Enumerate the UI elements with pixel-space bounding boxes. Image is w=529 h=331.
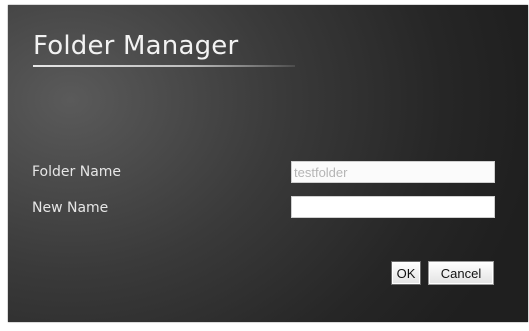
folder-name-label: Folder Name bbox=[32, 164, 122, 180]
folder-manager-dialog: Folder Manager Folder Name New Name OK C… bbox=[8, 5, 528, 322]
folder-name-field[interactable] bbox=[291, 161, 495, 183]
ok-button[interactable]: OK bbox=[391, 261, 421, 285]
title-underline bbox=[33, 65, 295, 67]
dialog-title: Folder Manager bbox=[33, 31, 239, 61]
cancel-button[interactable]: Cancel bbox=[428, 261, 494, 285]
new-name-label: New Name bbox=[32, 200, 109, 216]
new-name-field[interactable] bbox=[291, 196, 495, 218]
